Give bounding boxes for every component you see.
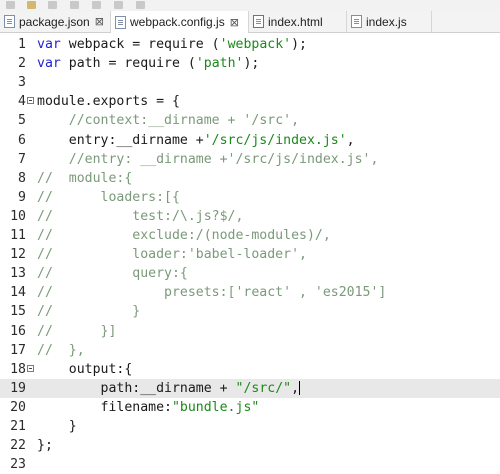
- code-text: // query:{: [37, 266, 188, 282]
- code-text: filename:"bundle.js": [37, 399, 260, 415]
- code-line[interactable]: 6 entry:__dirname +'/src/js/index.js',: [0, 131, 500, 150]
- line-number: 16: [10, 323, 26, 339]
- line-number: 13: [10, 266, 26, 282]
- code-text: //entry: __dirname +'/src/js/index.js',: [68, 151, 379, 167]
- file-icon: [4, 15, 15, 28]
- line-number: 6: [18, 132, 26, 148]
- close-icon[interactable]: ⊠: [230, 16, 239, 29]
- line-number: 8: [18, 170, 26, 186]
- code-text: // test:/\.js?$/,: [37, 208, 244, 224]
- code-text: module.exports = {: [37, 94, 180, 110]
- code-line[interactable]: 7 //entry: __dirname +'/src/js/index.js'…: [0, 150, 500, 169]
- code-text: // module:{: [37, 170, 133, 186]
- code-line[interactable]: 5 //context:__dirname + '/src',: [0, 111, 500, 130]
- line-number: 11: [10, 228, 26, 243]
- code-text: // loader:'babel-loader',: [37, 247, 307, 263]
- code-line[interactable]: 8 // module:{: [0, 169, 500, 188]
- line-number: 2: [18, 56, 26, 72]
- toolbar-icon[interactable]: [70, 1, 79, 9]
- tab-package-json[interactable]: package.json ⊠: [0, 11, 111, 32]
- file-icon: [115, 15, 126, 29]
- toolbar-icon[interactable]: [92, 1, 101, 9]
- fold-toggle-icon[interactable]: [27, 364, 34, 372]
- tab-label: package.json: [19, 14, 90, 29]
- code-line[interactable]: 19 path:__dirname + "/src/",: [0, 378, 500, 398]
- code-line[interactable]: 21 }: [0, 417, 500, 436]
- line-number: 5: [18, 113, 26, 129]
- code-line[interactable]: 1 var webpack = require ('webpack');: [0, 35, 500, 54]
- close-icon[interactable]: ⊠: [95, 15, 104, 28]
- tab-label: webpack.config.js: [130, 15, 225, 29]
- line-number: 14: [10, 285, 26, 301]
- toolbar-icon[interactable]: [136, 1, 145, 9]
- toolbar-icon[interactable]: [27, 1, 36, 9]
- file-icon: [253, 15, 264, 28]
- text-cursor: [299, 380, 301, 395]
- code-line[interactable]: 23: [0, 455, 500, 474]
- line-number: 9: [18, 189, 26, 205]
- line-number: 19: [10, 380, 26, 396]
- code-text: // exclude:/(node-modules)/,: [37, 228, 331, 243]
- line-number: 4: [18, 94, 26, 110]
- code-text: // presets:['react' , 'es2015']: [37, 285, 387, 301]
- code-text: entry:__dirname +'/src/js/index.js',: [37, 132, 355, 148]
- line-number: 23: [10, 457, 26, 473]
- code-text: // }]: [37, 323, 117, 339]
- code-line[interactable]: 3: [0, 73, 500, 92]
- line-number: 21: [10, 419, 26, 434]
- tab-bar: package.json ⊠ webpack.config.js ⊠ index…: [0, 11, 500, 33]
- line-number: 15: [10, 304, 26, 320]
- fold-toggle-icon[interactable]: [27, 97, 34, 105]
- code-line[interactable]: 9 // loaders:[{: [0, 188, 500, 207]
- tab-index-js[interactable]: index.js: [347, 11, 432, 32]
- code-text: var path = require ('path');: [37, 56, 260, 72]
- line-number: 18: [10, 361, 26, 377]
- code-line[interactable]: 20 filename:"bundle.js": [0, 398, 500, 417]
- code-line[interactable]: 13 // query:{: [0, 264, 500, 283]
- line-number: 22: [10, 438, 26, 454]
- code-text: output:{: [37, 361, 133, 377]
- line-number: 1: [18, 37, 26, 52]
- code-line[interactable]: 17 // },: [0, 341, 500, 360]
- tab-index-html[interactable]: index.html: [249, 11, 347, 32]
- line-number: 17: [10, 342, 26, 358]
- code-text: //context:__dirname + '/src',: [68, 113, 300, 129]
- toolbar-icon[interactable]: [6, 1, 15, 9]
- line-number: 12: [10, 247, 26, 263]
- line-number: 7: [18, 151, 26, 167]
- tab-label: index.js: [366, 14, 407, 29]
- code-text: }: [37, 419, 77, 434]
- code-line[interactable]: 14 // presets:['react' , 'es2015']: [0, 283, 500, 302]
- code-line[interactable]: 22};: [0, 436, 500, 455]
- line-number: 20: [10, 399, 26, 415]
- code-editor[interactable]: 1 var webpack = require ('webpack'); 2 var …: [0, 33, 500, 472]
- code-line[interactable]: 4 module.exports = {: [0, 92, 500, 111]
- line-number: 10: [10, 208, 26, 224]
- code-line[interactable]: 18 output:{: [0, 360, 500, 379]
- toolbar-icon[interactable]: [114, 1, 123, 9]
- code-text: path:__dirname + "/src/",: [37, 380, 301, 396]
- tab-label: index.html: [268, 14, 323, 29]
- code-line[interactable]: 10 // test:/\.js?$/,: [0, 207, 500, 226]
- code-line[interactable]: 2 var path = require ('path');: [0, 54, 500, 73]
- code-line[interactable]: 11 // exclude:/(node-modules)/,: [0, 226, 500, 245]
- code-line[interactable]: 16 // }]: [0, 322, 500, 341]
- code-text: // },: [37, 342, 85, 358]
- code-text: };: [37, 438, 53, 454]
- code-text: // loaders:[{: [37, 189, 180, 205]
- code-line[interactable]: 15 // }: [0, 302, 500, 321]
- code-text: // }: [37, 304, 141, 320]
- line-number: 3: [18, 75, 26, 91]
- tab-webpack-config[interactable]: webpack.config.js ⊠: [111, 11, 249, 33]
- toolbar: [0, 0, 500, 11]
- code-line[interactable]: 12 // loader:'babel-loader',: [0, 245, 500, 264]
- code-text: var webpack = require ('webpack');: [37, 37, 307, 52]
- file-icon: [351, 15, 362, 28]
- toolbar-icon[interactable]: [48, 1, 57, 9]
